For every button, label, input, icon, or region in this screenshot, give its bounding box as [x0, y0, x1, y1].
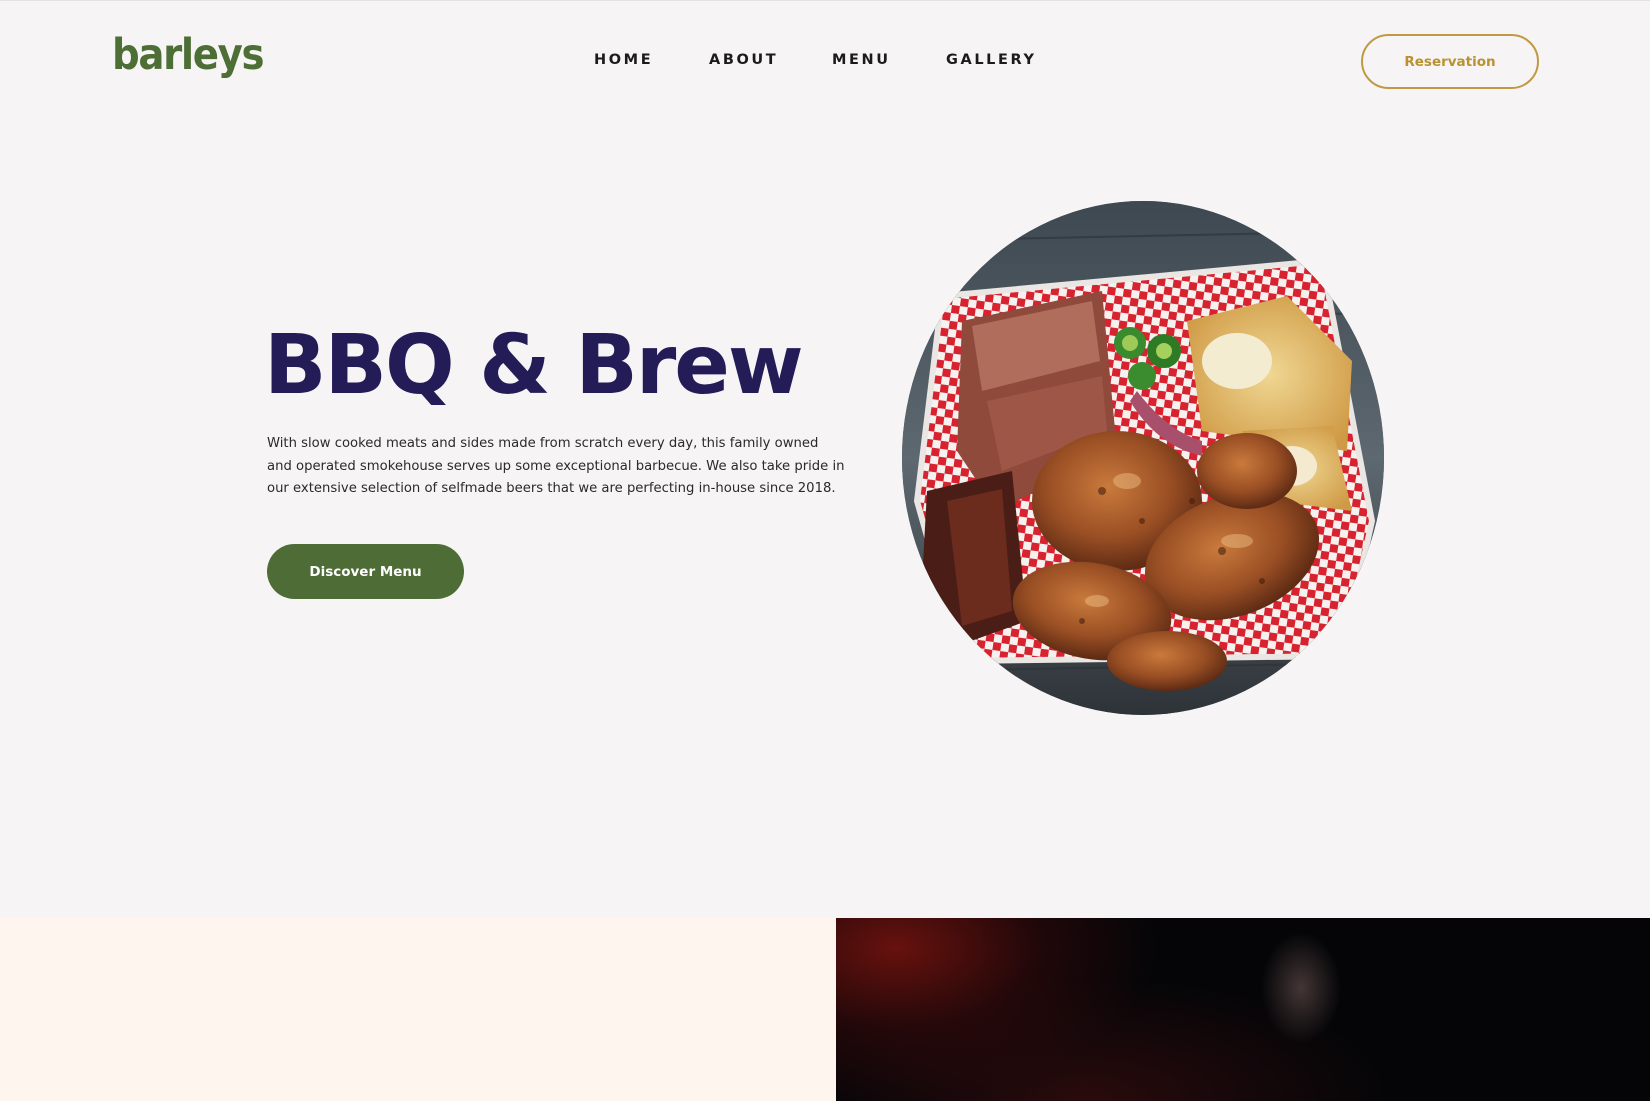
bbq-platter-illustration [902, 201, 1384, 715]
dark-bokeh-image [836, 918, 1650, 1101]
bbq-platter-image [902, 201, 1384, 715]
about-section-panel [0, 918, 836, 1101]
nav-item-gallery[interactable]: GALLERY [946, 52, 1037, 68]
nav-item-menu[interactable]: MENU [832, 52, 891, 68]
discover-menu-button[interactable]: Discover Menu [267, 544, 464, 599]
hero-title: BBQ & Brew [264, 318, 804, 413]
logo[interactable]: barleys [112, 30, 265, 80]
reservation-button[interactable]: Reservation [1361, 34, 1539, 89]
hero-description: With slow cooked meats and sides made fr… [267, 436, 845, 496]
top-divider [0, 0, 1650, 1]
nav-item-about[interactable]: ABOUT [709, 52, 778, 68]
nav-item-home[interactable]: HOME [594, 52, 653, 68]
